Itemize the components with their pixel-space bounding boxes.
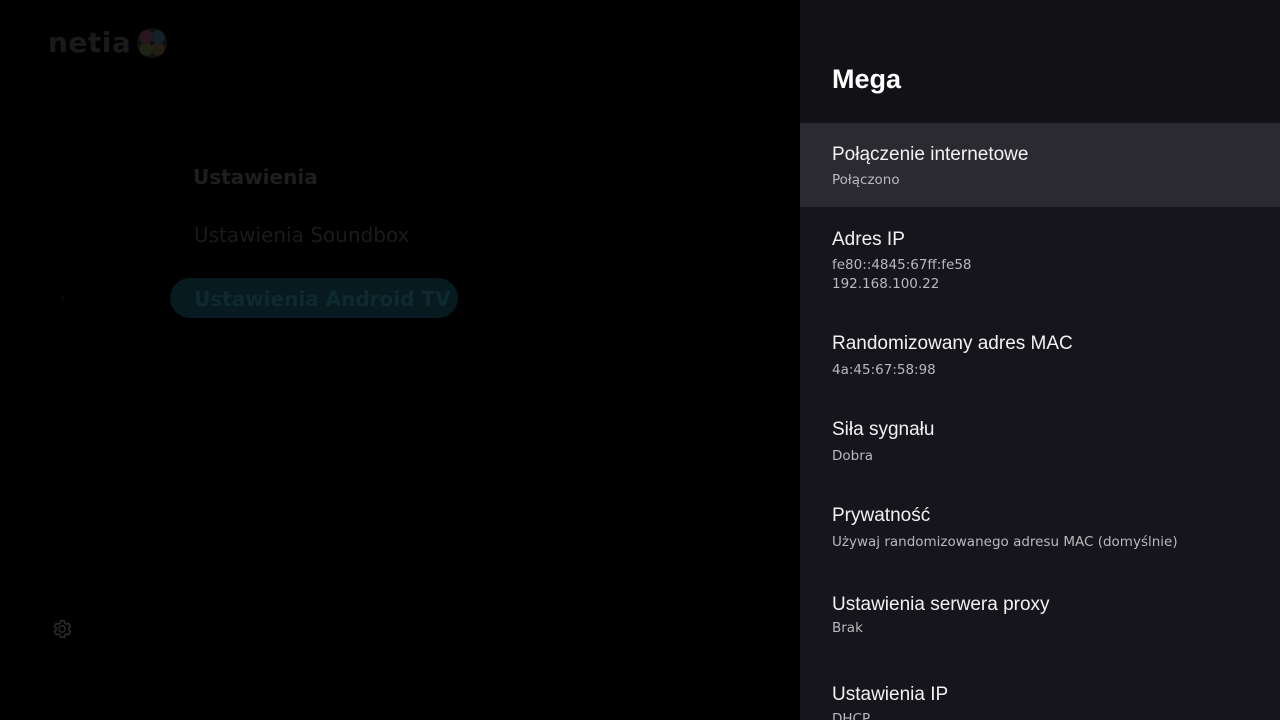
gear-icon [53,620,72,638]
list-item-internet-connection[interactable]: Połączenie internetowe Połączono [800,123,1280,207]
logo-mark-icon [137,27,168,58]
network-details-panel: Mega Połączenie internetowe Połączono Ad… [800,0,1280,720]
item-title: Randomizowany adres MAC [832,333,1073,354]
item-title: Siła sygnału [832,419,935,440]
item-subtitle: Brak [832,620,863,636]
item-subtitle: 4a:45:67:58:98 [832,362,936,378]
item-subtitle-2: 192.168.100.22 [832,276,940,292]
item-title: Prywatność [832,505,931,526]
item-title: Ustawienia IP [832,684,949,705]
chevron-left-icon: ‹ [60,290,66,306]
item-title: Ustawienia serwera proxy [832,594,1050,615]
netia-logo: netia [48,26,168,59]
list-item-proxy-settings[interactable]: Ustawienia serwera proxy Brak [800,572,1280,660]
bg-menu-item-soundbox: Ustawienia Soundbox [194,223,410,247]
bg-menu-item-android-tv: Ustawienia Android TV [194,287,451,311]
list-item-signal-strength[interactable]: Siła sygnału Dobra [800,398,1280,484]
background-app: netia Ustawienia Ustawienia Soundbox Ust… [0,0,800,720]
panel-title: Mega [832,64,902,94]
list-item-ip-address[interactable]: Adres IP fe80::4845:67ff:fe58 192.168.10… [800,207,1280,307]
list-item-privacy[interactable]: Prywatność Używaj randomizowanego adresu… [800,484,1280,572]
item-subtitle: Używaj randomizowanego adresu MAC (domyś… [832,534,1178,550]
item-title: Adres IP [832,229,905,250]
item-title: Połączenie internetowe [832,144,1029,165]
logo-text: netia [48,26,132,59]
panel-header: Mega [800,0,1280,122]
item-subtitle: DHCP [832,711,871,720]
bg-menu-item-ustawienia: Ustawienia [193,165,318,189]
item-subtitle: Połączono [832,172,900,188]
item-subtitle: Dobra [832,448,874,464]
list-item-ip-settings[interactable]: Ustawienia IP DHCP [800,660,1280,720]
item-subtitle: fe80::4845:67ff:fe58 [832,257,972,273]
list-item-random-mac[interactable]: Randomizowany adres MAC 4a:45:67:58:98 [800,312,1280,398]
